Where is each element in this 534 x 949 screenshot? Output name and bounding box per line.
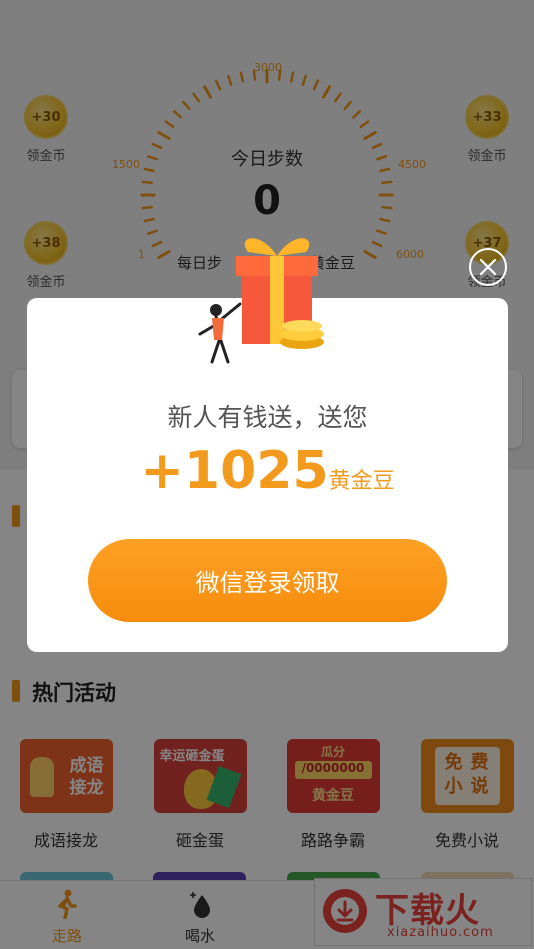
close-dialog-button[interactable] [469, 248, 507, 286]
reward-amount: +1025 [140, 441, 329, 501]
reward-unit: 黄金豆 [328, 469, 395, 494]
wechat-login-button[interactable]: 微信登录领取 [88, 539, 447, 622]
reward-message: 新人有钱送，送您 [167, 403, 368, 432]
reward-amount-line: +1025黄金豆 [27, 441, 508, 501]
gift-box-icon [198, 238, 324, 364]
close-icon [479, 258, 497, 276]
